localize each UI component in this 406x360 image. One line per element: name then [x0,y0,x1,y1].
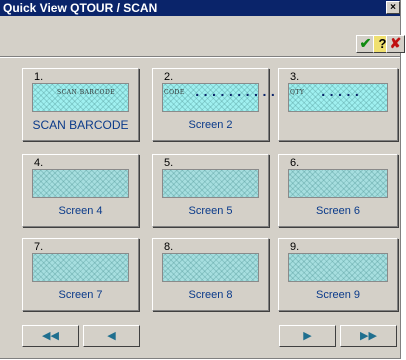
screen-thumbnail [288,253,388,282]
screen-thumbnail [162,253,259,282]
thumbnail-text: SCAN BARCODE [57,89,116,96]
screen-thumbnail: QTY ..... [288,83,388,112]
title-bar: Quick View QTOUR / SCAN × [0,0,400,16]
first-page-button[interactable]: ◀◀ [22,325,79,347]
window-title: Quick View QTOUR / SCAN [3,1,158,15]
screen-panel-6[interactable]: 6. Screen 6 [278,154,398,227]
panel-number: 4. [34,157,44,169]
panel-label: Screen 8 [188,289,233,301]
previous-page-button[interactable]: ◀ [83,325,140,347]
screen-panel-4[interactable]: 4. Screen 4 [22,154,139,227]
panel-number: 6. [290,157,300,169]
close-button[interactable]: × [386,1,400,14]
screen-panel-2[interactable]: 2. CODE ............. Screen 2 [152,68,302,141]
thumbnail-text: CODE [164,89,185,96]
screen-panel-5[interactable]: 5. Screen 5 [152,154,269,227]
panel-number: 7. [34,241,44,253]
panel-number: 3. [290,71,300,83]
panel-label: SCAN BARCODE [32,118,129,132]
screen-thumbnail [32,253,129,282]
screen-panel-1[interactable]: 1. SCAN BARCODE SCAN BARCODE [22,68,139,141]
panel-label: Screen 6 [315,205,361,217]
screen-thumbnail: CODE ............. [162,83,302,112]
panel-number: 2. [164,71,174,83]
thumbnail-dots: ..... [319,85,362,101]
panel-number: 1. [34,71,44,83]
panel-number: 5. [164,157,174,169]
panel-label: Screen 5 [188,205,233,217]
panel-number: 8. [164,241,174,253]
panel-label: Screen 7 [58,289,103,301]
screen-panel-3[interactable]: 3. QTY ..... [278,68,398,141]
thumbnail-text: QTY [290,89,305,96]
screen-panel-8[interactable]: 8. Screen 8 [152,238,269,311]
panel-label: Screen 2 [188,119,233,131]
screen-thumbnail [32,169,129,198]
screen-thumbnail [288,169,388,198]
screen-thumbnail [162,169,259,198]
toolbar: ✔ ? ✘ [0,16,405,57]
panel-number: 9. [290,241,300,253]
panel-label: Screen 4 [58,205,103,217]
screen-thumbnail: SCAN BARCODE [32,83,129,112]
next-page-button[interactable]: ▶ [279,325,336,347]
screen-panel-7[interactable]: 7. Screen 7 [22,238,139,311]
quick-view-window: Quick View QTOUR / SCAN × ✔ ? ✘ 1. SCAN … [0,0,405,359]
cancel-x-button[interactable]: ✘ [386,35,405,53]
screen-panel-9[interactable]: 9. Screen 9 [278,238,398,311]
panel-label: Screen 9 [315,289,361,301]
last-page-button[interactable]: ▶▶ [340,325,397,347]
